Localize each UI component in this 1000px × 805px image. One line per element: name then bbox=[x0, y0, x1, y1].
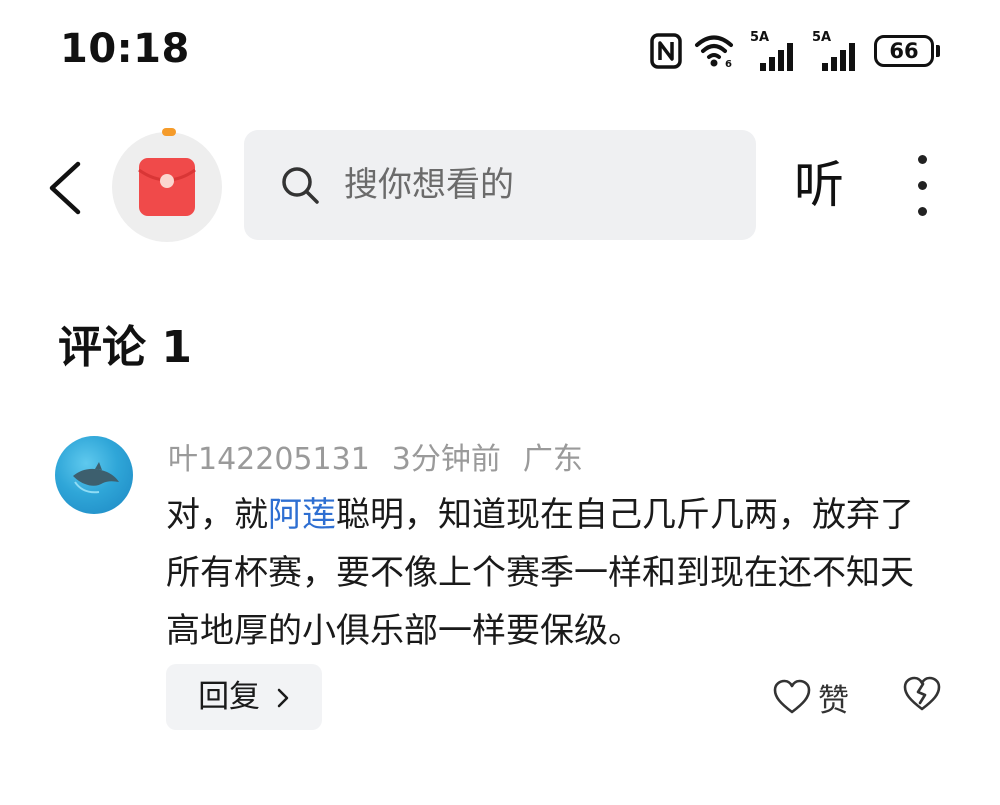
signal-icon-2: 5A bbox=[812, 31, 862, 71]
like-label: 赞 bbox=[818, 682, 849, 719]
reply-label: 回复 bbox=[198, 679, 261, 715]
search-icon bbox=[282, 167, 319, 204]
heart-icon bbox=[773, 679, 811, 714]
comments-title: 评论 1 bbox=[58, 322, 192, 373]
svg-text:6: 6 bbox=[725, 59, 732, 69]
more-options-icon[interactable] bbox=[910, 155, 934, 217]
like-button[interactable]: 赞 bbox=[772, 672, 849, 722]
notification-dot bbox=[162, 128, 176, 136]
dislike-broken-heart-icon[interactable] bbox=[902, 675, 942, 713]
listen-button[interactable]: 听 bbox=[794, 150, 844, 220]
comment-location: 广东 bbox=[522, 442, 583, 477]
status-time: 10:18 bbox=[60, 26, 190, 72]
search-placeholder: 搜你想看的 bbox=[344, 165, 514, 205]
avatar[interactable] bbox=[55, 436, 133, 514]
back-arrow-icon[interactable] bbox=[44, 160, 84, 216]
nfc-icon bbox=[650, 33, 682, 69]
comment-text: 对，就阿莲聪明，知道现在自己几斤几两，放弃了所有杯赛，要不像上个赛季一样和到现在… bbox=[166, 486, 936, 660]
mention-link[interactable]: 阿莲 bbox=[268, 495, 336, 535]
chevron-right-icon bbox=[277, 688, 289, 708]
red-envelope-icon bbox=[138, 158, 196, 216]
search-bar[interactable]: 搜你想看的 bbox=[244, 130, 756, 240]
app-icon-button[interactable] bbox=[112, 128, 222, 242]
comment-time: 3分钟前 bbox=[391, 442, 501, 477]
wifi-icon: 6 bbox=[695, 35, 733, 69]
signal-icon-1: 5A bbox=[750, 31, 800, 71]
comment-text-start: 对，就 bbox=[166, 495, 268, 535]
comment-meta: 叶142205131 3分钟前 广东 bbox=[168, 438, 605, 482]
comment-username[interactable]: 叶142205131 bbox=[168, 442, 370, 477]
dolphin-image bbox=[73, 462, 119, 494]
status-icons: 6 5A 5A 66 bbox=[650, 30, 940, 72]
battery-level: 66 bbox=[874, 35, 934, 67]
reply-button[interactable]: 回复 bbox=[166, 664, 322, 730]
battery-icon: 66 bbox=[874, 35, 940, 67]
